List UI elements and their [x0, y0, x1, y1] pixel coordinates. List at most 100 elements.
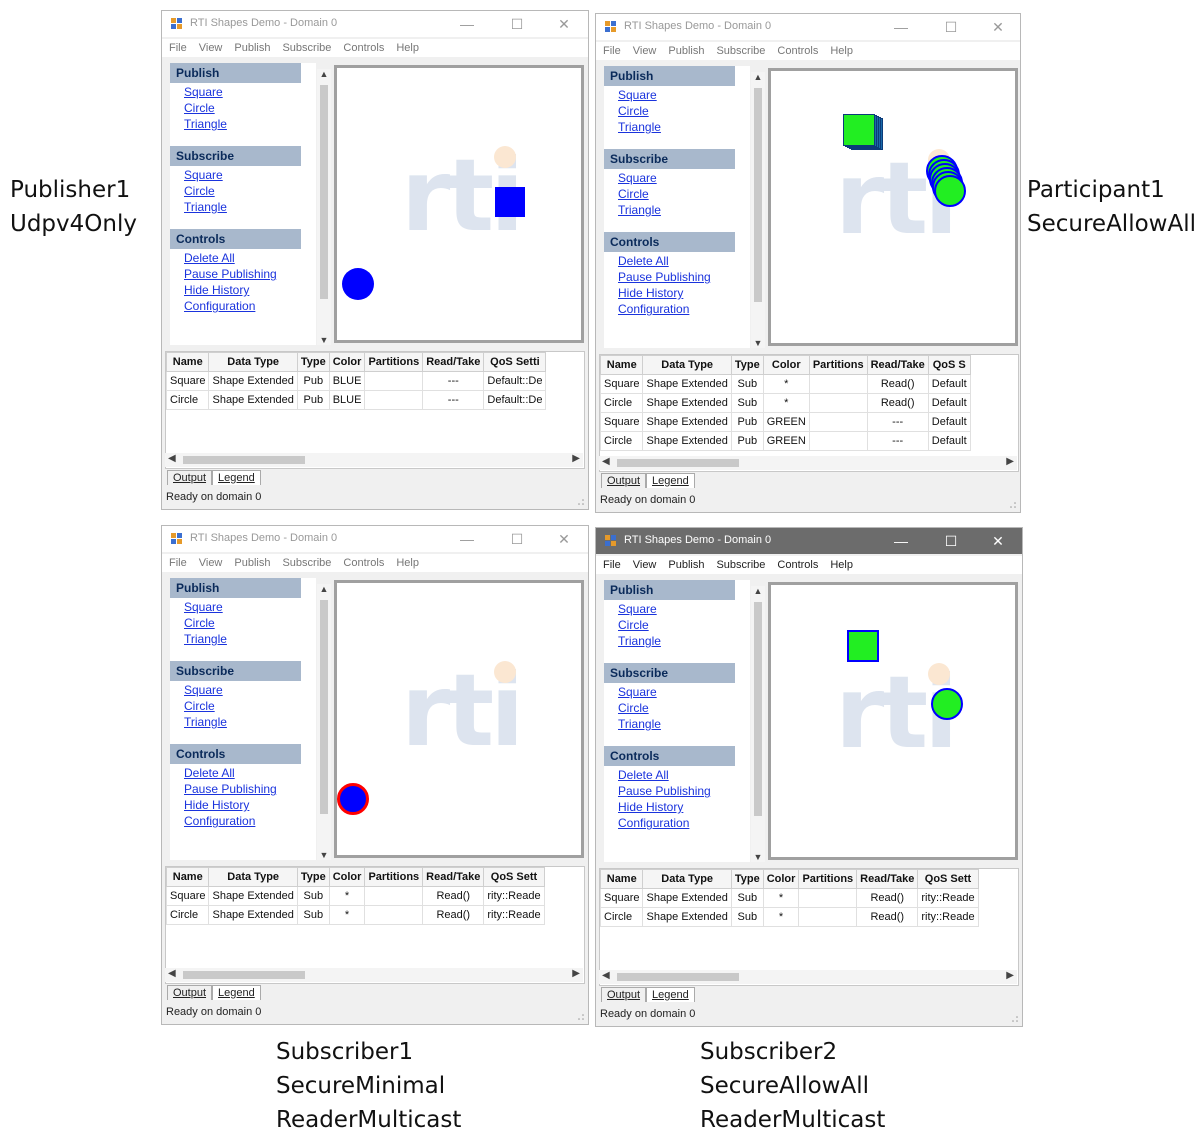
pause-publishing-link[interactable]: Pause Publishing: [184, 781, 316, 797]
hscroll-thumb[interactable]: [617, 973, 739, 981]
table-row[interactable]: Square Shape Extended Sub * Read() Default: [600, 374, 971, 394]
column-header[interactable]: Color: [328, 352, 366, 372]
scroll-right-icon[interactable]: ▶: [1006, 970, 1014, 981]
column-header[interactable]: Name: [166, 352, 210, 372]
publish-triangle-link[interactable]: Triangle: [618, 633, 750, 649]
close-icon[interactable]: ✕: [550, 14, 578, 34]
sidebar-scrollbar[interactable]: ▲ ▼: [751, 72, 765, 348]
publish-circle-link[interactable]: Circle: [184, 100, 316, 116]
delete-all-link[interactable]: Delete All: [184, 250, 316, 266]
configuration-link[interactable]: Configuration: [184, 813, 316, 829]
subscribe-triangle-link[interactable]: Triangle: [184, 199, 316, 215]
hide-history-link[interactable]: Hide History: [184, 797, 316, 813]
column-header[interactable]: Partitions: [364, 352, 424, 372]
close-icon[interactable]: ✕: [984, 17, 1012, 37]
configuration-link[interactable]: Configuration: [184, 298, 316, 314]
menu-help[interactable]: Help: [396, 39, 419, 57]
subscribe-circle-link[interactable]: Circle: [184, 183, 316, 199]
scroll-left-icon[interactable]: ◀: [602, 456, 610, 467]
table-row[interactable]: Square Shape Extended Sub * Read() rity::Read…: [600, 888, 979, 908]
column-header[interactable]: Type: [296, 352, 330, 372]
readers-writers-table[interactable]: Name Data Type Type Color Partitions Read/Tak…: [599, 354, 1019, 472]
subscribe-circle-link[interactable]: Circle: [618, 700, 750, 716]
hscroll-thumb[interactable]: [183, 456, 305, 464]
column-header[interactable]: Type: [730, 869, 764, 889]
column-header[interactable]: Read/Take: [856, 869, 919, 889]
menu-subscribe[interactable]: Subscribe: [716, 42, 765, 60]
tab-legend[interactable]: Legend: [212, 470, 261, 485]
scroll-thumb[interactable]: [754, 602, 762, 816]
menu-subscribe[interactable]: Subscribe: [282, 39, 331, 57]
column-header[interactable]: Color: [762, 355, 810, 375]
scroll-thumb[interactable]: [320, 85, 328, 299]
hscroll-thumb[interactable]: [617, 459, 739, 467]
menu-file[interactable]: File: [169, 39, 187, 57]
table-hscrollbar[interactable]: ◀ ▶: [165, 968, 583, 982]
publish-circle-link[interactable]: Circle: [618, 103, 750, 119]
size-grip-icon[interactable]: [1009, 501, 1017, 509]
publish-square-link[interactable]: Square: [618, 87, 750, 103]
menu-view[interactable]: View: [633, 42, 657, 60]
subscribe-circle-link[interactable]: Circle: [618, 186, 750, 202]
scroll-up-icon[interactable]: ▲: [317, 584, 331, 594]
hide-history-link[interactable]: Hide History: [618, 799, 750, 815]
shapes-canvas[interactable]: rti: [334, 580, 584, 858]
minimize-icon[interactable]: —: [887, 531, 915, 551]
publish-square-link[interactable]: Square: [184, 84, 316, 100]
scroll-up-icon[interactable]: ▲: [317, 69, 331, 79]
column-header[interactable]: Read/Take: [422, 352, 485, 372]
column-header[interactable]: Read/Take: [866, 355, 929, 375]
scroll-right-icon[interactable]: ▶: [1006, 456, 1014, 467]
table-hscrollbar[interactable]: ◀ ▶: [599, 456, 1017, 470]
subscribe-square-link[interactable]: Square: [184, 682, 316, 698]
menu-controls[interactable]: Controls: [343, 39, 384, 57]
delete-all-link[interactable]: Delete All: [618, 253, 750, 269]
menu-view[interactable]: View: [199, 39, 223, 57]
shapes-canvas[interactable]: rti: [768, 68, 1018, 346]
sidebar-scrollbar[interactable]: ▲ ▼: [751, 586, 765, 862]
column-header[interactable]: QoS Sett: [483, 867, 545, 887]
menu-view[interactable]: View: [633, 556, 657, 574]
publish-triangle-link[interactable]: Triangle: [184, 116, 316, 132]
maximize-icon[interactable]: ☐: [937, 531, 965, 551]
column-header[interactable]: Read/Take: [422, 867, 485, 887]
configuration-link[interactable]: Configuration: [618, 815, 750, 831]
minimize-icon[interactable]: —: [453, 529, 481, 549]
table-row[interactable]: Square Shape Extended Pub BLUE --- Default::D…: [166, 371, 547, 391]
tab-output[interactable]: Output: [601, 987, 647, 1002]
menu-subscribe[interactable]: Subscribe: [716, 556, 765, 574]
shapes-canvas[interactable]: rti: [334, 65, 584, 343]
column-header[interactable]: Data Type: [208, 867, 298, 887]
configuration-link[interactable]: Configuration: [618, 301, 750, 317]
subscribe-square-link[interactable]: Square: [618, 684, 750, 700]
menu-publish[interactable]: Publish: [234, 39, 270, 57]
table-hscrollbar[interactable]: ◀ ▶: [165, 453, 583, 467]
delete-all-link[interactable]: Delete All: [184, 765, 316, 781]
menu-file[interactable]: File: [169, 554, 187, 572]
sidebar-scrollbar[interactable]: ▲ ▼: [317, 584, 331, 860]
tab-legend[interactable]: Legend: [646, 987, 695, 1002]
table-row[interactable]: Circle Shape Extended Sub * Read() rity::Read…: [600, 907, 979, 927]
column-header[interactable]: Partitions: [364, 867, 424, 887]
scroll-left-icon[interactable]: ◀: [602, 970, 610, 981]
menu-controls[interactable]: Controls: [343, 554, 384, 572]
column-header[interactable]: Name: [166, 867, 210, 887]
menu-help[interactable]: Help: [396, 554, 419, 572]
close-icon[interactable]: ✕: [984, 531, 1012, 551]
size-grip-icon[interactable]: [577, 498, 585, 506]
column-header[interactable]: Partitions: [798, 869, 858, 889]
scroll-down-icon[interactable]: ▼: [751, 338, 765, 348]
scroll-right-icon[interactable]: ▶: [572, 453, 580, 464]
menu-publish[interactable]: Publish: [668, 42, 704, 60]
subscribe-square-link[interactable]: Square: [618, 170, 750, 186]
size-grip-icon[interactable]: [577, 1013, 585, 1021]
publish-square-link[interactable]: Square: [184, 599, 316, 615]
scroll-down-icon[interactable]: ▼: [751, 852, 765, 862]
tab-output[interactable]: Output: [167, 985, 213, 1000]
subscribe-square-link[interactable]: Square: [184, 167, 316, 183]
column-header[interactable]: QoS Setti: [483, 352, 547, 372]
scroll-right-icon[interactable]: ▶: [572, 968, 580, 979]
readers-writers-table[interactable]: Name Data Type Type Color Partitions Read/Tak…: [599, 868, 1019, 986]
subscribe-triangle-link[interactable]: Triangle: [618, 716, 750, 732]
column-header[interactable]: Name: [600, 355, 644, 375]
